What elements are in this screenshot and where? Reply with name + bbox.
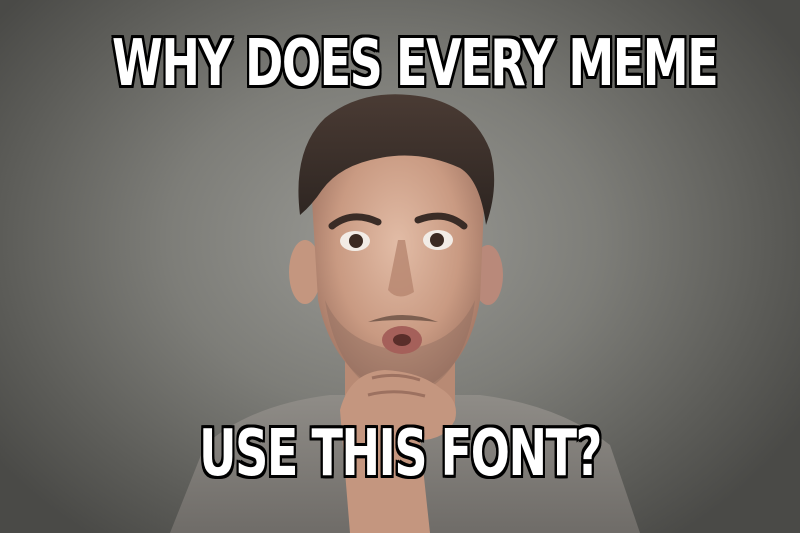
top-caption: WHY DOES EVERY MEME: [112, 27, 719, 101]
meme-image: WHY DOES EVERY MEME USE THIS FONT?: [0, 0, 800, 533]
bottom-caption: USE THIS FONT?: [199, 417, 602, 491]
